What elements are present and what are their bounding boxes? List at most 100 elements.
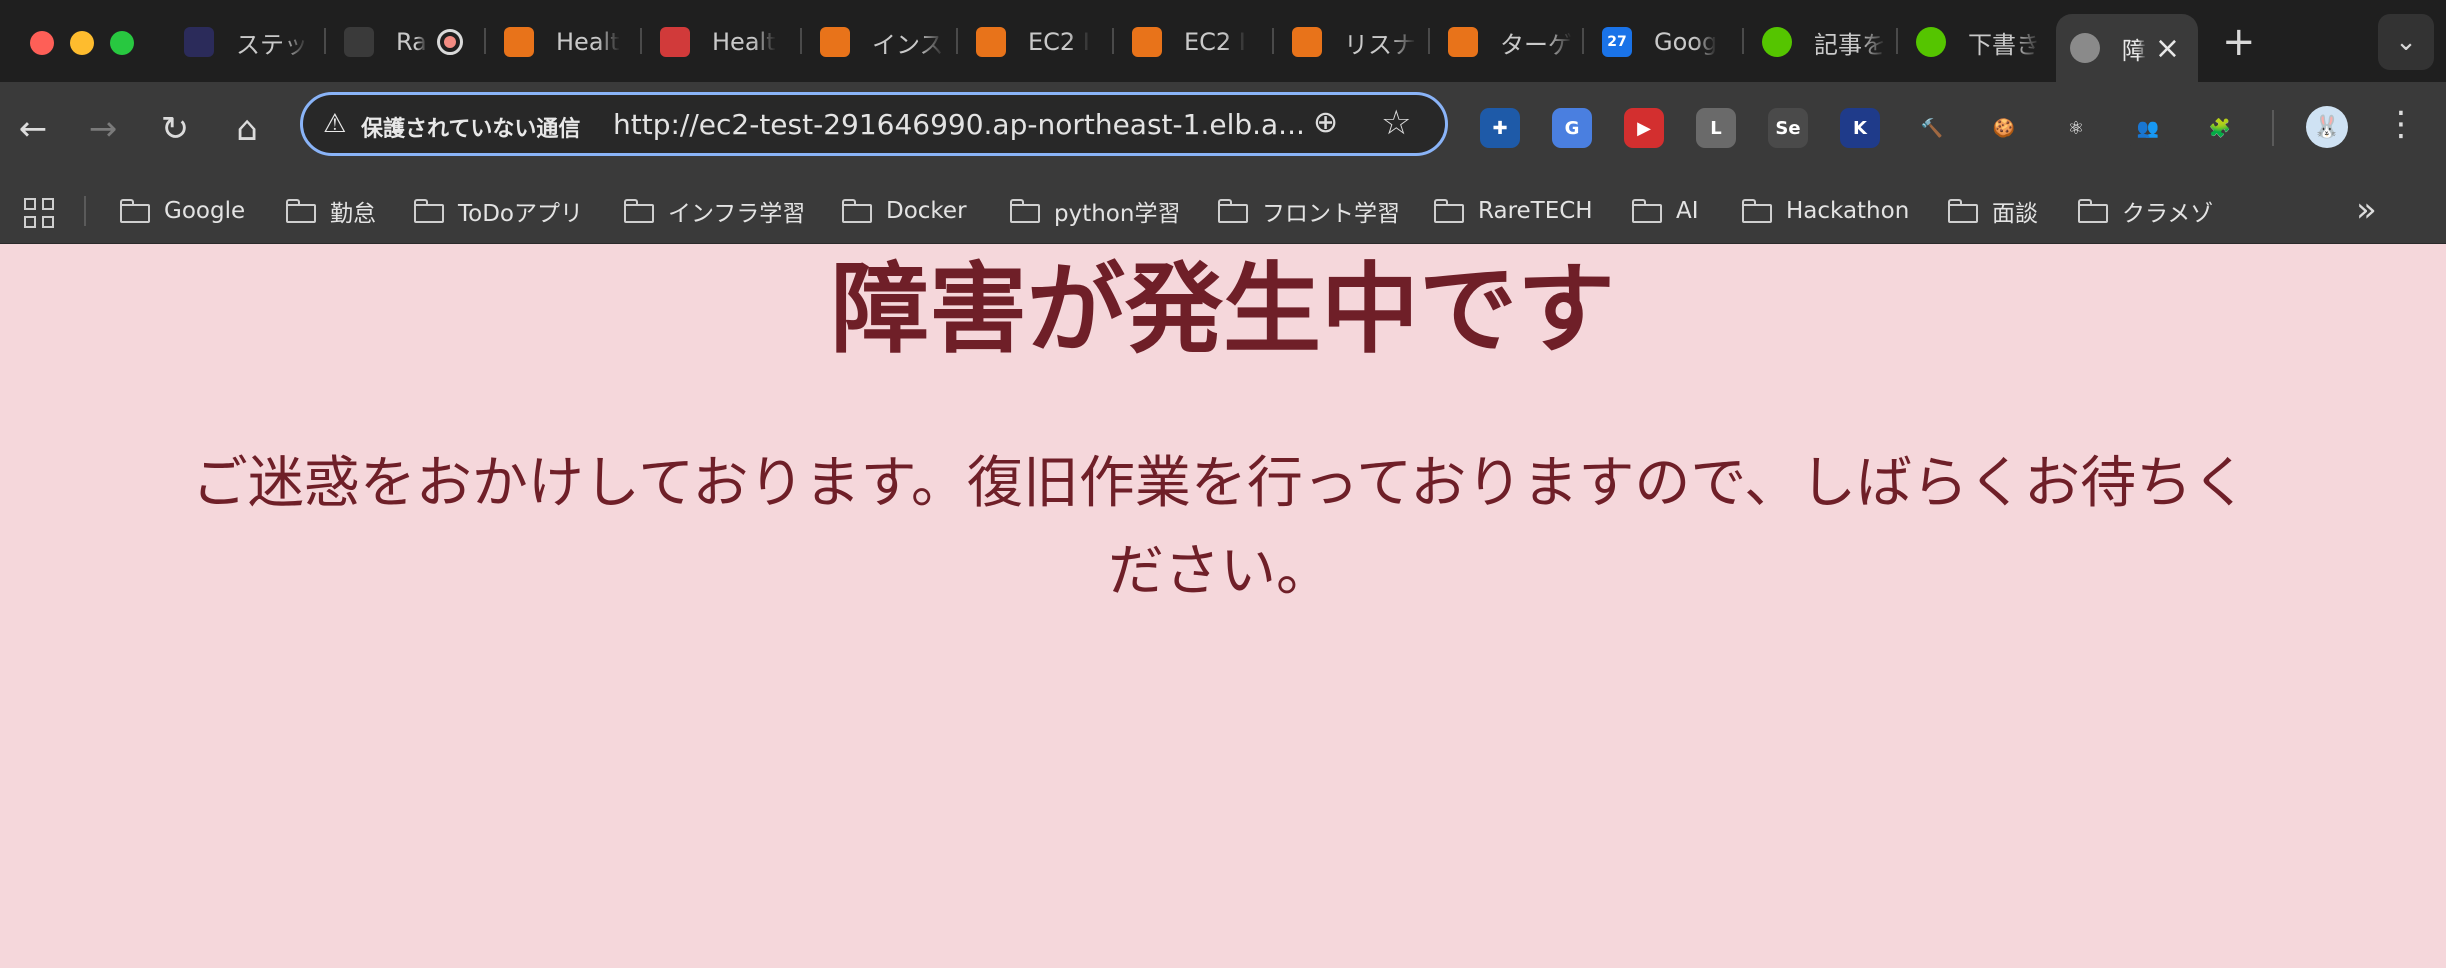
bookmark-folder[interactable]: RareTECH bbox=[1434, 192, 1593, 230]
tab-strip: ステッ Ra Healt Healt インス EC2 I EC2 I リスナ ターゲ 27 Goog… bbox=[0, 0, 2446, 82]
bookmark-label: 勤怠 bbox=[330, 201, 376, 227]
tab-label: Healt bbox=[556, 28, 620, 56]
tab[interactable]: EC2 I bbox=[1118, 14, 1268, 70]
calendar-date-badge: 27 bbox=[1607, 34, 1627, 50]
folder-icon bbox=[1742, 199, 1772, 223]
bookmark-label: フロント学習 bbox=[1262, 201, 1400, 227]
new-tab-button[interactable]: + bbox=[2222, 20, 2256, 64]
folder-icon bbox=[1948, 199, 1978, 223]
bookmark-folder[interactable]: Hackathon bbox=[1742, 192, 1909, 230]
ext-youtube-icon[interactable]: ▶ bbox=[1624, 108, 1664, 148]
aws-cloudwatch-icon bbox=[660, 27, 690, 57]
tab-separator bbox=[324, 28, 326, 54]
tab-label: 障 bbox=[2122, 36, 2146, 65]
bookmarks-divider bbox=[84, 196, 86, 226]
window-minimize-button[interactable] bbox=[70, 31, 94, 55]
reload-icon[interactable]: ↻ bbox=[150, 104, 200, 154]
globe-icon bbox=[2070, 33, 2100, 63]
ext-people-icon[interactable]: 👥 bbox=[2128, 108, 2168, 148]
tab-separator bbox=[800, 28, 802, 54]
url-text[interactable]: http://ec2-test-291646990.ap-northeast-1… bbox=[613, 108, 1305, 141]
folder-icon bbox=[1218, 199, 1248, 223]
folder-icon bbox=[1632, 199, 1662, 223]
zoom-magnifier-icon[interactable]: ⊕ bbox=[1313, 105, 1338, 140]
window-close-button[interactable] bbox=[30, 31, 54, 55]
bookmark-label: ToDoアプリ bbox=[458, 201, 583, 227]
menu-kebab-icon[interactable]: ⋮ bbox=[2384, 104, 2418, 144]
folder-icon bbox=[624, 199, 654, 223]
address-bar[interactable]: ⚠ 保護されていない通信 http://ec2-test-291646990.a… bbox=[300, 92, 1448, 156]
bookmark-folder[interactable]: 勤怠 bbox=[286, 192, 376, 230]
bookmark-folder[interactable]: Google bbox=[120, 192, 245, 230]
bookmark-folder[interactable]: ToDoアプリ bbox=[414, 192, 583, 230]
ext-react-icon[interactable]: ⚛ bbox=[2056, 108, 2096, 148]
profile-avatar[interactable]: 🐰 bbox=[2306, 106, 2348, 148]
ext-puzzle-icon[interactable]: 🧩 bbox=[2200, 108, 2240, 148]
bookmark-label: Hackathon bbox=[1786, 198, 1910, 224]
bookmark-folder[interactable]: フロント学習 bbox=[1218, 192, 1400, 230]
forward-arrow-icon[interactable]: → bbox=[78, 104, 128, 154]
tab-label: インス bbox=[872, 30, 944, 59]
tab[interactable]: ターゲ bbox=[1434, 14, 1578, 70]
apps-grid-icon[interactable] bbox=[24, 198, 54, 228]
aws-elb-icon bbox=[1448, 27, 1478, 57]
ext-line-icon[interactable]: L bbox=[1696, 108, 1736, 148]
tab[interactable]: 記事を bbox=[1748, 14, 1892, 70]
bookmark-label: Google bbox=[164, 198, 246, 224]
tab-separator bbox=[1742, 28, 1744, 54]
toolbar: ← → ↻ ⌂ ⚠ 保護されていない通信 http://ec2-test-291… bbox=[0, 82, 2446, 176]
more-bookmarks-chevron-icon[interactable]: » bbox=[2356, 190, 2377, 230]
ext-hammer-icon[interactable]: 🔨 bbox=[1912, 108, 1952, 148]
tab-label: EC2 I bbox=[1184, 28, 1246, 56]
tab[interactable]: Healt bbox=[490, 14, 636, 70]
tab[interactable]: 下書き bbox=[1902, 14, 2046, 70]
google-calendar-icon: 27 bbox=[1602, 27, 1632, 57]
ext-blue-cross-icon[interactable]: ✚ bbox=[1480, 108, 1520, 148]
ext-google-translate-icon[interactable]: G bbox=[1552, 108, 1592, 148]
recording-indicator-icon bbox=[436, 29, 463, 55]
tab-separator bbox=[1112, 28, 1114, 54]
tab[interactable]: Healt bbox=[646, 14, 796, 70]
tab-active[interactable]: 障 × bbox=[2056, 14, 2198, 82]
tab[interactable]: リスナ bbox=[1278, 14, 1424, 70]
bookmark-folder[interactable]: 面談 bbox=[1948, 192, 2038, 230]
tab-label: リスナ bbox=[1344, 30, 1416, 59]
security-status-label[interactable]: 保護されていない通信 bbox=[361, 111, 580, 143]
toolbar-divider bbox=[2272, 110, 2274, 146]
page-content: 障害が発生中です ご迷惑をおかけしております。復旧作業を行っておりますので、しば… bbox=[0, 244, 2446, 968]
bookmark-folder[interactable]: python学習 bbox=[1010, 192, 1180, 230]
bookmark-folder[interactable]: クラメゾ bbox=[2078, 192, 2213, 230]
bookmark-folder[interactable]: インフラ学習 bbox=[624, 192, 805, 230]
tab-separator bbox=[1428, 28, 1430, 54]
dark-logo-icon bbox=[184, 27, 214, 57]
tab-label: ステッ bbox=[236, 30, 308, 59]
tab[interactable]: EC2 I bbox=[962, 14, 1108, 70]
bookmark-label: python学習 bbox=[1054, 201, 1181, 227]
window-maximize-button[interactable] bbox=[110, 31, 134, 55]
bookmark-label: クラメゾ bbox=[2122, 201, 2214, 227]
ext-cookie-icon[interactable]: 🍪 bbox=[1984, 108, 2024, 148]
bookmark-label: インフラ学習 bbox=[668, 201, 806, 227]
folder-icon bbox=[842, 199, 872, 223]
ext-selenium-icon[interactable]: Se bbox=[1768, 108, 1808, 148]
qiita-icon bbox=[1762, 27, 1792, 57]
folder-icon bbox=[120, 199, 150, 223]
tab-separator bbox=[1896, 28, 1898, 54]
bookmark-folder[interactable]: Docker bbox=[842, 192, 967, 230]
tab-separator bbox=[1582, 28, 1584, 54]
tab[interactable]: Ra bbox=[330, 14, 480, 70]
aws-lambda-icon bbox=[504, 27, 534, 57]
bookmark-star-icon[interactable]: ☆ bbox=[1381, 103, 1411, 143]
tab-label: Goog bbox=[1654, 28, 1718, 56]
ext-k-icon[interactable]: K bbox=[1840, 108, 1880, 148]
back-arrow-icon[interactable]: ← bbox=[8, 104, 58, 154]
tab[interactable]: インス bbox=[806, 14, 952, 70]
tab-separator bbox=[956, 28, 958, 54]
tab-search-chevron-icon[interactable]: ⌄ bbox=[2378, 14, 2434, 70]
home-icon[interactable]: ⌂ bbox=[222, 104, 272, 154]
close-tab-icon[interactable]: × bbox=[2155, 31, 2180, 66]
tab[interactable]: ステッ bbox=[170, 14, 320, 70]
folder-icon bbox=[1010, 199, 1040, 223]
bookmark-folder[interactable]: AI bbox=[1632, 192, 1699, 230]
tab[interactable]: 27 Goog bbox=[1588, 14, 1738, 70]
